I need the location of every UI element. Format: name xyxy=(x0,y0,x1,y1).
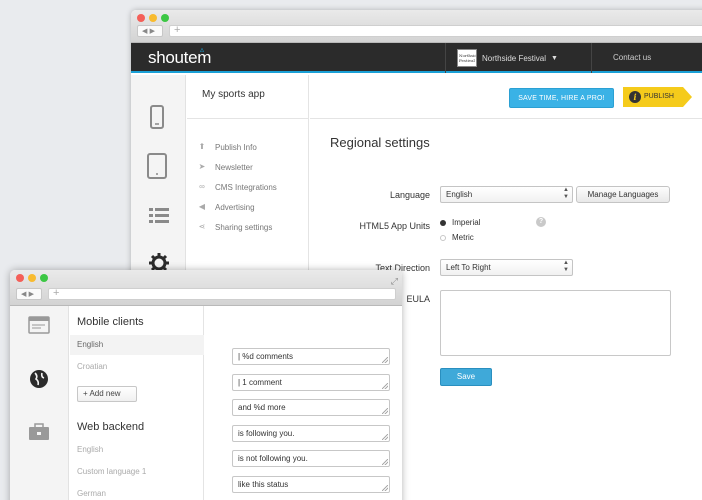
resize-grip-icon[interactable] xyxy=(382,459,388,465)
save-button[interactable]: Save xyxy=(440,368,492,386)
add-new-button[interactable]: + Add new xyxy=(77,386,137,402)
app-switcher[interactable]: Northside Festival Northside Festival ▼ xyxy=(457,48,558,68)
browser-toolbar: ◀ ▶ + xyxy=(131,10,702,43)
translation-input[interactable]: is following you. xyxy=(232,425,390,442)
close-window-button[interactable] xyxy=(137,14,145,22)
languages-sidebar xyxy=(10,306,69,500)
share-icon: ⋖ xyxy=(198,222,206,231)
language-item-custom-1[interactable]: Custom language 1 xyxy=(77,467,146,476)
subnav-item-advertising[interactable]: ◀ Advertising xyxy=(197,201,255,213)
hire-pro-button[interactable]: SAVE TIME, HIRE A PRO! xyxy=(509,88,614,108)
list-icon[interactable] xyxy=(149,207,169,223)
resize-grip-icon[interactable] xyxy=(382,357,388,363)
back-forward-buttons[interactable]: ◀ ▶ xyxy=(137,25,163,37)
select-arrows-icon: ▲ ▼ xyxy=(563,260,569,273)
action-bar: SAVE TIME, HIRE A PRO! i PUBLISH xyxy=(310,75,702,119)
minimize-window-button[interactable] xyxy=(28,274,36,282)
fullscreen-icon[interactable]: ⤢ xyxy=(391,276,398,287)
help-icon[interactable]: ? xyxy=(536,217,546,227)
units-imperial-radio[interactable]: Imperial xyxy=(440,218,480,227)
app-switcher-label: Northside Festival xyxy=(482,53,547,63)
link-icon: ∞ xyxy=(199,182,205,191)
translation-input[interactable]: | 1 comment xyxy=(232,374,390,391)
translation-input[interactable]: is not following you. xyxy=(232,450,390,467)
mobile-clients-heading: Mobile clients xyxy=(77,316,144,328)
close-window-button[interactable] xyxy=(16,274,24,282)
logo-triangle-icon: ▵ xyxy=(200,45,204,54)
contact-us-link[interactable]: Contact us xyxy=(613,53,651,62)
resize-grip-icon[interactable] xyxy=(382,485,388,491)
language-item-english-web[interactable]: English xyxy=(77,445,103,454)
resize-grip-icon[interactable] xyxy=(382,383,388,389)
language-item-croatian[interactable]: Croatian xyxy=(77,362,107,371)
resize-grip-icon[interactable] xyxy=(382,434,388,440)
brand-logo[interactable]: shoutem ▵ xyxy=(148,45,211,68)
phone-icon[interactable] xyxy=(149,105,165,129)
subnav-item-newsletter[interactable]: ➤ Newsletter xyxy=(197,161,253,173)
translation-input[interactable]: and %d more xyxy=(232,399,390,416)
tablet-icon[interactable] xyxy=(147,153,167,179)
back-forward-buttons[interactable]: ◀ ▶ xyxy=(16,288,42,300)
language-item-english[interactable]: English xyxy=(70,335,204,355)
festival-thumbnail: Northside Festival xyxy=(457,49,477,67)
address-bar[interactable]: + xyxy=(48,288,396,300)
subnav-item-publish-info[interactable]: ⬆ Publish Info xyxy=(197,141,257,153)
units-label: HTML5 App Units xyxy=(359,221,430,231)
app-title: My sports app xyxy=(202,89,265,100)
language-list: Mobile clients English Croatian + Add ne… xyxy=(70,306,204,500)
manage-languages-button[interactable]: Manage Languages xyxy=(576,186,670,203)
paper-plane-icon: ➤ xyxy=(198,162,206,171)
app-header: shoutem▵ Northside Festival Northside Fe… xyxy=(131,43,702,73)
subnav-item-cms-integrations[interactable]: ∞ CMS Integrations xyxy=(197,181,277,193)
card-icon[interactable] xyxy=(28,316,50,334)
maximize-window-button[interactable] xyxy=(161,14,169,22)
globe-icon[interactable] xyxy=(29,369,49,389)
languages-window: ⤢ ◀ ▶ + Mobile clients English Croatian … xyxy=(10,270,402,500)
info-icon: i xyxy=(629,91,641,103)
eula-textarea[interactable] xyxy=(440,290,671,356)
address-bar[interactable]: + xyxy=(169,25,702,37)
web-backend-heading: Web backend xyxy=(77,421,145,433)
resize-grip-icon[interactable] xyxy=(382,408,388,414)
page-title: Regional settings xyxy=(330,135,430,150)
language-select[interactable]: English ▲ ▼ xyxy=(440,186,573,203)
chevron-down-icon: ▼ xyxy=(551,54,558,62)
minimize-window-button[interactable] xyxy=(149,14,157,22)
translation-input[interactable]: like this status xyxy=(232,476,390,493)
select-arrows-icon: ▲ ▼ xyxy=(563,187,569,200)
translation-input[interactable]: | %d comments xyxy=(232,348,390,365)
briefcase-icon[interactable] xyxy=(28,423,50,441)
units-metric-radio[interactable]: Metric xyxy=(440,233,474,242)
text-direction-select[interactable]: Left To Right ▲ ▼ xyxy=(440,259,573,276)
megaphone-icon: ◀ xyxy=(198,202,206,211)
maximize-window-button[interactable] xyxy=(40,274,48,282)
rocket-icon: ⬆ xyxy=(198,142,206,151)
browser-toolbar: ⤢ ◀ ▶ + xyxy=(10,270,402,306)
subnav-item-sharing-settings[interactable]: ⋖ Sharing settings xyxy=(197,221,273,233)
language-item-german[interactable]: German xyxy=(77,489,106,498)
publish-button[interactable]: i PUBLISH xyxy=(623,87,692,107)
language-label: Language xyxy=(389,190,430,200)
